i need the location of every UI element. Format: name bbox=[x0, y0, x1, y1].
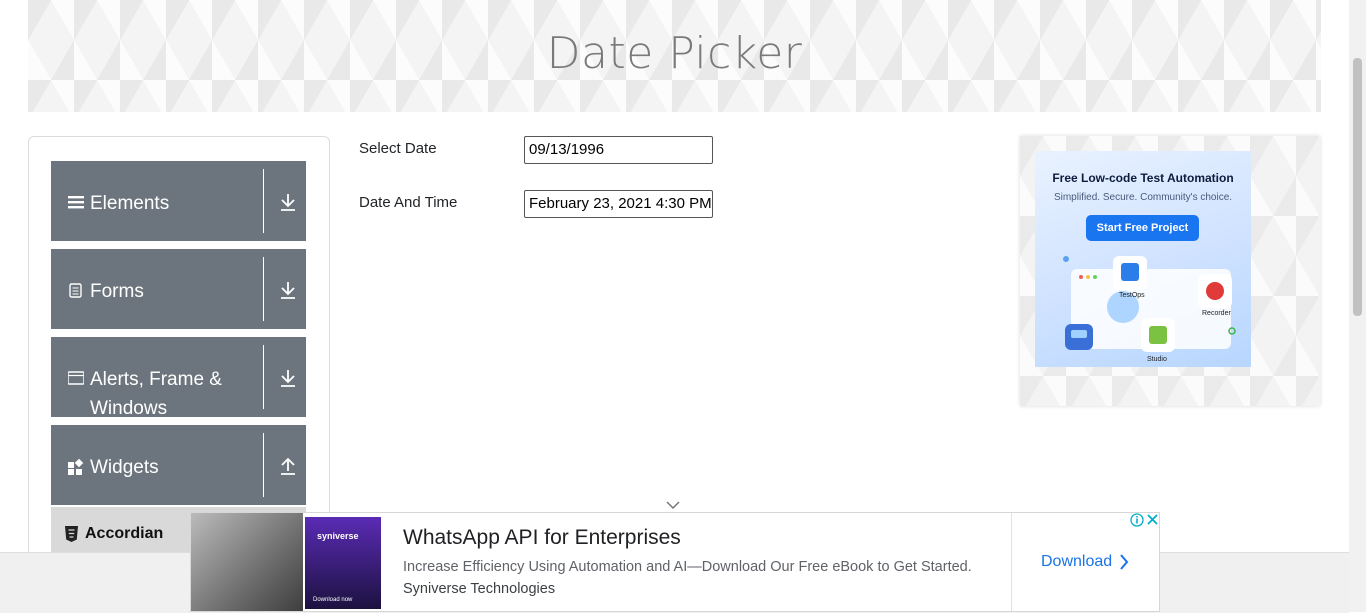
upload-arrow-icon[interactable] bbox=[277, 455, 299, 477]
sidebar-group-label: Alerts, Frame & Windows bbox=[90, 369, 222, 419]
sidebar-group-elements[interactable]: Elements bbox=[51, 161, 306, 241]
ad-tile-label: TestOps bbox=[1119, 292, 1145, 299]
divider bbox=[1011, 513, 1012, 611]
download-arrow-icon[interactable] bbox=[277, 191, 299, 213]
ad-description: Increase Efficiency Using Automation and… bbox=[403, 559, 972, 575]
menu-lines-icon bbox=[68, 196, 84, 209]
download-link[interactable]: Download bbox=[1041, 553, 1112, 571]
download-arrow-icon[interactable] bbox=[277, 367, 299, 389]
ad-headline: Free Low-code Test Automation bbox=[1052, 171, 1234, 185]
bottom-advertisement[interactable]: syniverse Download now WhatsApp API for … bbox=[190, 512, 1160, 612]
ad-brand: syniverse bbox=[317, 531, 359, 541]
adchoices-icon[interactable] bbox=[1130, 513, 1160, 527]
divider bbox=[263, 169, 264, 233]
ad-tile-label: Studio bbox=[1147, 356, 1167, 363]
select-date-input[interactable]: 09/13/1996 bbox=[524, 136, 713, 164]
scrollbar-thumb[interactable] bbox=[1353, 58, 1362, 316]
divider bbox=[263, 257, 264, 321]
divider bbox=[263, 433, 264, 497]
sidebar-group-widgets[interactable]: Widgets bbox=[51, 425, 306, 505]
sidebar-group-label: Elements bbox=[90, 193, 170, 214]
download-arrow-icon[interactable] bbox=[277, 279, 299, 301]
header-banner: Date Picker bbox=[28, 0, 1321, 112]
ad-title[interactable]: WhatsApp API for Enterprises bbox=[403, 526, 681, 550]
ad-photo bbox=[191, 513, 303, 611]
ad-book-cta: Download now bbox=[313, 597, 353, 603]
ad-banner[interactable]: Free Low-code Test Automation Simplified… bbox=[1035, 151, 1251, 367]
sidebar-item-label: Accordian bbox=[85, 525, 164, 542]
ad-illustration: TestOps Recorder Studio bbox=[1063, 256, 1236, 363]
sidebar-group-forms[interactable]: Forms bbox=[51, 249, 306, 329]
sidebar-group-alerts-frame-windows[interactable]: Alerts, Frame & Windows bbox=[51, 337, 306, 419]
ad-tile-label: Recorder bbox=[1202, 310, 1231, 317]
sidebar-group-label: Forms bbox=[90, 281, 144, 302]
side-advertisement[interactable]: Free Low-code Test Automation Simplified… bbox=[1020, 136, 1320, 406]
ad-company: Syniverse Technologies bbox=[403, 581, 556, 597]
page-title: Date Picker bbox=[546, 28, 803, 79]
date-and-time-input[interactable]: February 23, 2021 4:30 PM bbox=[524, 190, 713, 218]
ad-subline: Simplified. Secure. Community's choice. bbox=[1053, 192, 1233, 203]
date-and-time-label: Date And Time bbox=[359, 194, 458, 211]
window-icon bbox=[68, 371, 84, 385]
chevron-down-icon[interactable] bbox=[666, 500, 680, 510]
sidebar-group-label: Widgets bbox=[90, 457, 159, 478]
start-free-project-button[interactable]: Start Free Project bbox=[1086, 215, 1199, 241]
ad-ebook-cover: syniverse Download now bbox=[305, 517, 381, 609]
divider bbox=[263, 345, 264, 409]
document-icon bbox=[69, 283, 82, 298]
chevron-right-icon[interactable] bbox=[1119, 553, 1129, 571]
html5-shield-icon bbox=[65, 526, 78, 542]
page-scrollbar[interactable] bbox=[1349, 0, 1366, 612]
select-date-label: Select Date bbox=[359, 140, 437, 157]
widgets-grid-icon bbox=[68, 458, 84, 475]
